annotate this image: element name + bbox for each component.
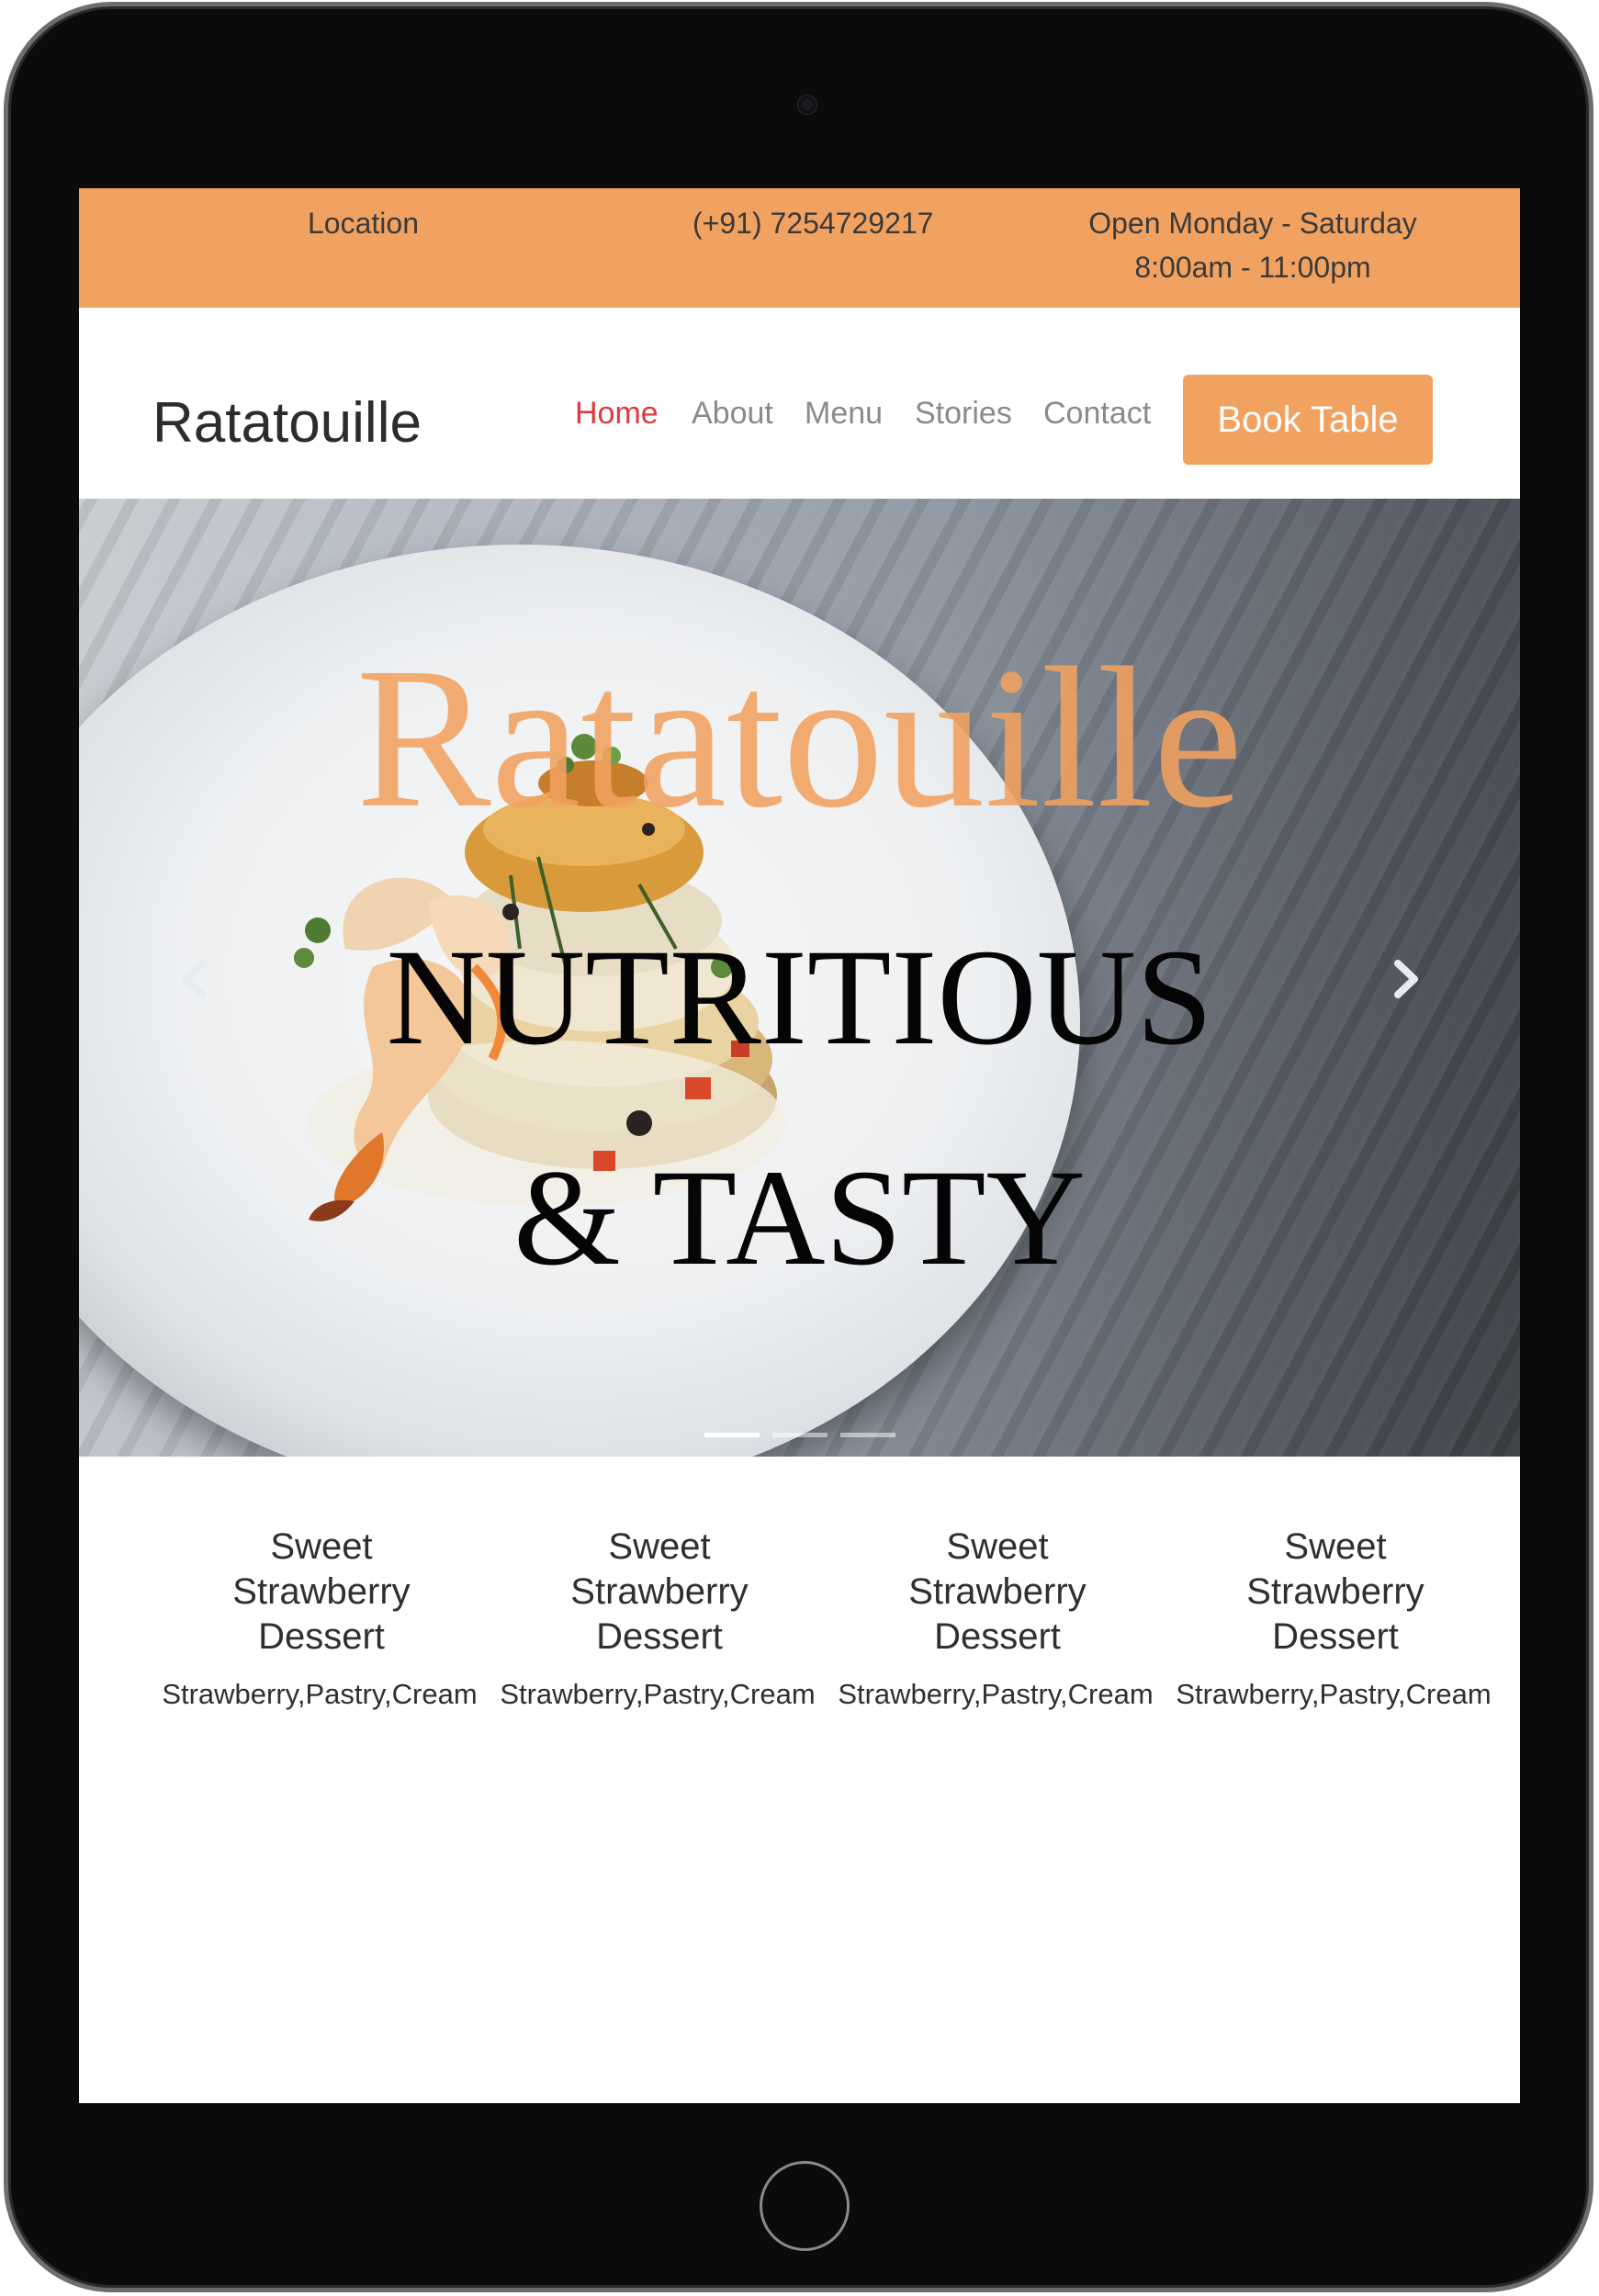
nav-stories[interactable]: Stories <box>915 396 1012 432</box>
menu-item-name: Sweet Strawberry Dessert <box>1246 1526 1424 1657</box>
menu-item[interactable]: Sweet Strawberry Dessert Strawberry,Past… <box>828 1525 1166 1711</box>
menu-item[interactable]: Sweet Strawberry Dessert Strawberry,Past… <box>152 1525 490 1711</box>
hero-title: Ratatouille <box>355 625 1244 850</box>
carousel-indicator-3[interactable] <box>839 1433 895 1437</box>
nav-contact[interactable]: Contact <box>1043 396 1151 432</box>
menu-item-name: Sweet Strawberry Dessert <box>570 1526 749 1657</box>
opening-times: 8:00am - 11:00pm <box>1134 251 1371 284</box>
opening-hours: Open Monday - Saturday 8:00am - 11:00pm <box>1078 201 1427 289</box>
hero-carousel: Ratatouille NUTRITIOUS & TASTY <box>79 499 1520 1457</box>
menu-item-description: Strawberry,Pastry,Cream <box>838 1678 1154 1710</box>
screen: Location (+91) 7254729217 Open Monday - … <box>79 188 1520 2103</box>
carousel-indicators <box>79 1433 1520 1437</box>
hero-subtitle-line2: & TASTY <box>513 1142 1086 1294</box>
carousel-indicator-1[interactable] <box>704 1433 760 1437</box>
carousel-indicator-2[interactable] <box>771 1433 828 1437</box>
nav-menu[interactable]: Menu <box>805 396 883 432</box>
menu-item-name: Sweet Strawberry Dessert <box>232 1526 411 1657</box>
location-link[interactable]: Location <box>308 207 419 241</box>
nav-home[interactable]: Home <box>575 396 659 432</box>
menu-items: Sweet Strawberry Dessert Strawberry,Past… <box>152 1525 1520 1711</box>
menu-item-description: Strawberry,Pastry,Cream <box>1176 1678 1492 1710</box>
carousel-prev-icon[interactable] <box>171 947 217 1011</box>
book-table-button[interactable]: Book Table <box>1183 375 1433 465</box>
front-camera <box>798 96 816 114</box>
info-bar: Location (+91) 7254729217 Open Monday - … <box>79 188 1520 308</box>
menu-item-description: Strawberry,Pastry,Cream <box>500 1678 816 1710</box>
home-button[interactable] <box>760 2161 850 2251</box>
menu-item[interactable]: Sweet Strawberry Dessert Strawberry,Past… <box>1166 1525 1504 1711</box>
menu-item[interactable]: Sweet Strawberry Dessert Strawberry,Past… <box>490 1525 828 1711</box>
menu-item-name: Sweet Strawberry Dessert <box>908 1526 1087 1657</box>
navbar: Ratatouille Home About Menu Stories Cont… <box>79 308 1520 499</box>
brand-logo[interactable]: Ratatouille <box>152 390 422 456</box>
carousel-next-icon[interactable] <box>1383 947 1429 1011</box>
phone-number[interactable]: (+91) 7254729217 <box>693 207 933 241</box>
hero-subtitle-line1: NUTRITIOUS <box>386 921 1213 1074</box>
nav-about[interactable]: About <box>692 396 773 432</box>
opening-days: Open Monday - Saturday <box>1088 207 1417 240</box>
menu-item-description: Strawberry,Pastry,Cream <box>162 1678 478 1710</box>
